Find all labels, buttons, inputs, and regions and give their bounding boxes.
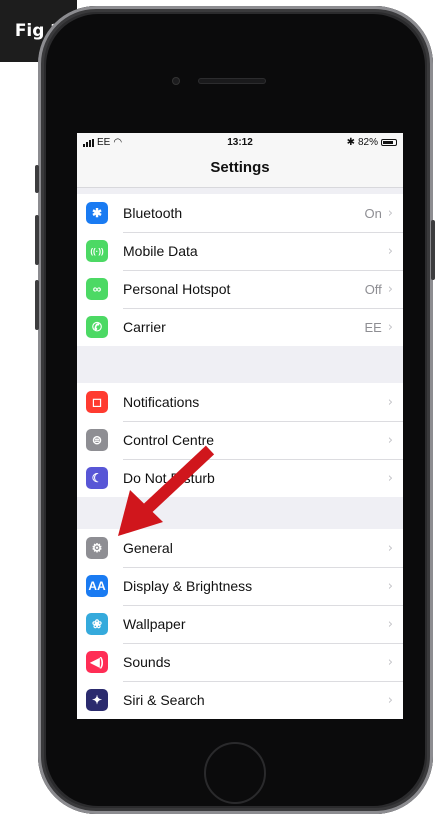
chevron-right-icon: › — [387, 692, 393, 708]
chevron-right-icon: › — [387, 616, 393, 632]
settings-row-label: Display & Brightness — [123, 578, 253, 594]
hotspot-icon: ∞ — [86, 278, 108, 300]
toggles-icon: ⊜ — [86, 429, 108, 451]
front-camera-icon — [172, 77, 180, 85]
settings-group-system: ◻ Notifications › ⊜ Control Centre › ☾ Do Not D… — [77, 383, 403, 497]
chevron-right-icon: › — [387, 578, 393, 594]
settings-row-sounds[interactable]: ◀) Sounds › — [77, 643, 403, 681]
settings-row-label: Carrier — [123, 319, 166, 335]
settings-row-value: Off — [364, 281, 382, 297]
chevron-right-icon: › — [387, 243, 393, 259]
settings-group-connectivity: ✱ Bluetooth On › ((·)) Mobile Data › ∞ Personal … — [77, 194, 403, 346]
settings-row-label: Do Not Disturb — [123, 470, 215, 486]
settings-row-carrier[interactable]: ✆ Carrier EE › — [77, 308, 403, 346]
chevron-right-icon: › — [387, 540, 393, 556]
status-bar: EE ◠ 13:12 ✱ 82% — [77, 133, 403, 153]
home-button[interactable] — [204, 742, 266, 804]
settings-screen: EE ◠ 13:12 ✱ 82% Settings ✱ Bluetooth On ›(… — [77, 133, 403, 719]
volume-up-button — [35, 215, 39, 265]
bluetooth-icon: ✱ — [346, 137, 355, 148]
settings-row-label: Control Centre — [123, 432, 215, 448]
chevron-right-icon: › — [387, 319, 393, 335]
settings-row-personal-hotspot[interactable]: ∞ Personal Hotspot Off › — [77, 270, 403, 308]
moon-icon: ☾ — [86, 467, 108, 489]
settings-row-display-brightness[interactable]: AA Display & Brightness › — [77, 567, 403, 605]
settings-row-label: Sounds — [123, 654, 171, 670]
settings-row-value: EE — [364, 319, 382, 335]
notifications-icon: ◻ — [86, 391, 108, 413]
settings-row-general[interactable]: ⚙ General › — [77, 529, 403, 567]
power-button — [431, 220, 435, 280]
chevron-right-icon: › — [387, 432, 393, 448]
settings-row-do-not-disturb[interactable]: ☾ Do Not Disturb › — [77, 459, 403, 497]
settings-row-label: Personal Hotspot — [123, 281, 231, 297]
settings-row-label: General — [123, 540, 173, 556]
siri-icon: ✦ — [86, 689, 108, 711]
bluetooth-icon: ✱ — [86, 202, 108, 224]
volume-down-button — [35, 280, 39, 330]
battery-icon — [381, 139, 397, 146]
settings-row-notifications[interactable]: ◻ Notifications › — [77, 383, 403, 421]
page-title: Settings — [77, 153, 403, 188]
gear-icon: ⚙ — [86, 537, 108, 559]
antenna-icon: ((·)) — [86, 240, 108, 262]
settings-row-label: Siri & Search — [123, 692, 205, 708]
battery-percent: 82% — [357, 137, 378, 148]
phone-icon: ✆ — [86, 316, 108, 338]
settings-row-siri-search[interactable]: ✦ Siri & Search › — [77, 681, 403, 719]
settings-row-label: Bluetooth — [123, 205, 183, 221]
mute-switch — [35, 165, 39, 193]
settings-row-bluetooth[interactable]: ✱ Bluetooth On › — [77, 194, 403, 232]
settings-row-label: Notifications — [123, 394, 200, 410]
earpiece-speaker — [198, 78, 266, 84]
settings-group-display: ⚙ General › AA Display & Brightness › ❀ Wallpap… — [77, 529, 403, 719]
text-size-icon: AA — [86, 575, 108, 597]
flower-icon: ❀ — [86, 613, 108, 635]
settings-row-control-centre[interactable]: ⊜ Control Centre › — [77, 421, 403, 459]
chevron-right-icon: › — [387, 654, 393, 670]
settings-row-wallpaper[interactable]: ❀ Wallpaper › — [77, 605, 403, 643]
chevron-right-icon: › — [387, 281, 393, 297]
chevron-right-icon: › — [387, 470, 393, 486]
settings-row-label: Wallpaper — [123, 616, 186, 632]
chevron-right-icon: › — [387, 205, 393, 221]
settings-row-label: Mobile Data — [123, 243, 198, 259]
chevron-right-icon: › — [387, 394, 393, 410]
settings-row-value: On — [364, 205, 382, 221]
settings-row-mobile-data[interactable]: ((·)) Mobile Data › — [77, 232, 403, 270]
speaker-icon: ◀) — [86, 651, 108, 673]
